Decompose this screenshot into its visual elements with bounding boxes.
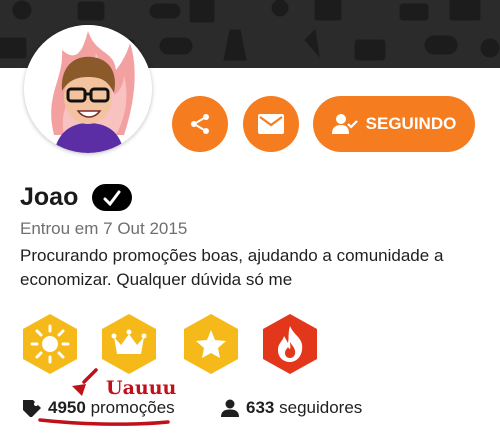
deals-stat[interactable]: 4950 promoções [22,398,175,418]
mail-icon [258,114,284,134]
star-icon [184,314,238,374]
avatar[interactable] [24,25,152,153]
check-icon [103,190,121,206]
avatar-image [24,25,152,153]
followers-stat[interactable]: 633 seguidores [220,398,362,418]
message-button[interactable] [243,96,299,152]
followers-count: 633 [246,398,275,417]
tag-icon [23,400,41,417]
verified-badge [92,184,132,211]
following-label: SEGUINDO [365,114,457,133]
deals-count: 4950 [48,398,86,417]
profile-bio: Procurando promoções boas, ajudando a co… [20,246,444,289]
share-button[interactable] [172,96,228,152]
badge-flame[interactable] [260,312,320,376]
following-button[interactable]: SEGUINDO [313,96,475,152]
deals-label: promoções [90,398,175,417]
person-check-icon [331,114,358,134]
badge-star[interactable] [181,312,241,376]
person-icon [221,399,239,417]
join-date: Entrou em 7 Out 2015 [20,219,188,238]
followers-label: seguidores [279,398,363,417]
profile-name: Joao [20,183,79,211]
flame-icon [263,314,317,374]
share-icon [191,114,209,134]
annotation-text: Uauuu [106,377,177,399]
